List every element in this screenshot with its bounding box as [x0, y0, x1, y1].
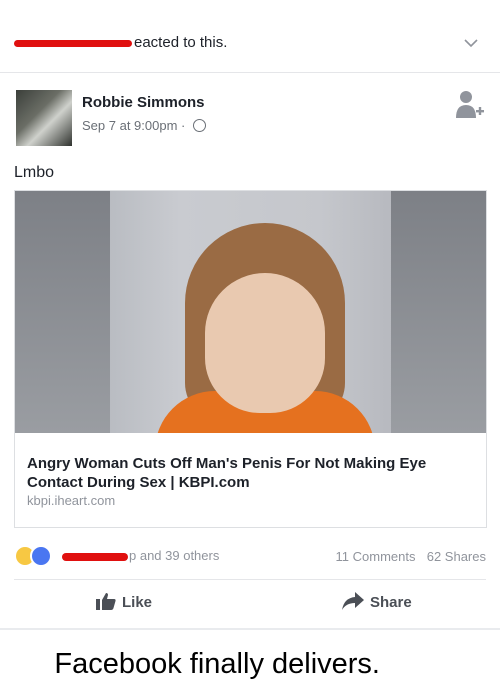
thumbs-up-icon [96, 593, 116, 610]
meta-separator: · [181, 118, 186, 133]
share-label: Share [370, 594, 412, 611]
shares-count[interactable]: 62 Shares [427, 549, 486, 564]
add-friend-icon[interactable] [452, 88, 486, 122]
globe-icon [193, 119, 206, 132]
comments-count[interactable]: 11 Comments [336, 549, 416, 564]
avatar[interactable] [16, 90, 72, 146]
reaction-notice[interactable]: eacted to this. [14, 34, 227, 51]
redacted-name [14, 39, 132, 47]
link-preview[interactable]: Angry Woman Cuts Off Man's Penis For Not… [14, 190, 487, 528]
reaction-notice-text: eacted to this. [134, 34, 228, 51]
post-time[interactable]: Sep 7 at 9:00pm [82, 118, 177, 133]
like-reaction-icon [30, 545, 52, 567]
like-button[interactable]: Like [96, 592, 152, 611]
divider [14, 579, 486, 580]
redacted-names [62, 552, 128, 561]
chevron-down-icon[interactable] [464, 36, 478, 50]
divider [0, 72, 500, 73]
link-headline: Angry Woman Cuts Off Man's Penis For Not… [27, 455, 427, 491]
reaction-names-text: p and 39 others [129, 548, 220, 563]
link-image [15, 191, 486, 433]
engagement-counts: 11 Comments 62 Shares [336, 549, 486, 564]
meme-caption: Facebook finally delivers. [54, 648, 380, 680]
post-text: Lmbo [14, 164, 55, 181]
share-button[interactable]: Share [342, 592, 412, 611]
link-domain: kbpi.iheart.com [27, 493, 116, 508]
post-card: eacted to this. Robbie Simmons Sep 7 at … [0, 0, 500, 628]
post-meta: Sep 7 at 9:00pm · [82, 118, 206, 133]
reaction-names: p and 39 others [62, 548, 219, 563]
like-label: Like [122, 594, 153, 611]
share-arrow-icon [342, 592, 364, 610]
author-name[interactable]: Robbie Simmons [82, 94, 205, 111]
